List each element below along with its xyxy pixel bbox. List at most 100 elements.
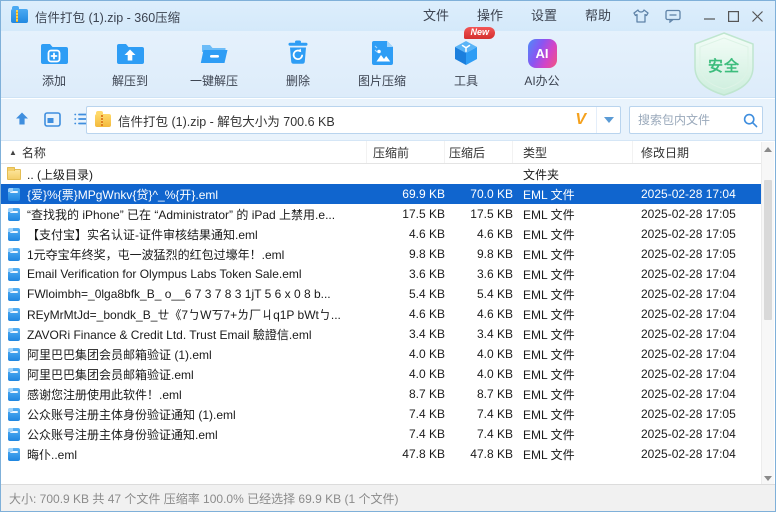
minimize-button[interactable]: [697, 5, 721, 27]
size-before-cell: 17.5 KB: [367, 207, 445, 221]
table-row[interactable]: {爱}%{票}MPgWnkv{贷}^_%{开}.eml69.9 KB70.0 K…: [1, 184, 763, 204]
address-bar: 信件打包 (1).zip - 解包大小为 700.6 KB V: [1, 99, 775, 141]
size-before-cell: 3.4 KB: [367, 327, 445, 341]
extract-to-label: 解压到: [112, 72, 148, 89]
feedback-button[interactable]: [660, 5, 686, 27]
close-button[interactable]: [745, 5, 769, 27]
column-header-size-after[interactable]: 压缩后: [445, 141, 513, 163]
eml-file-icon: [8, 228, 20, 241]
size-after-cell: 4.0 KB: [445, 367, 513, 381]
size-after-cell: 9.8 KB: [445, 247, 513, 261]
table-row[interactable]: Email Verification for Olympus Labs Toke…: [1, 264, 763, 284]
table-row[interactable]: “查找我的 iPhone” 已在 “Administrator” 的 iPad …: [1, 204, 763, 224]
file-name-cell: 阿里巴巴集团会员邮箱验证.eml: [27, 366, 367, 383]
column-header-size-before[interactable]: 压缩前: [367, 141, 445, 163]
archive-path-combobox[interactable]: 信件打包 (1).zip - 解包大小为 700.6 KB V: [86, 106, 621, 134]
security-badge-label: 安全: [689, 55, 759, 76]
modified-date-cell: 2025-02-28 17:04: [633, 187, 763, 201]
table-row[interactable]: REyMrMtJd=_bondk_B_ㄝ《7ㄅWㄎ7+ㄌ厂ㄐq1P bWtㄅ..…: [1, 304, 763, 324]
new-badge: New: [464, 27, 495, 39]
table-row[interactable]: 公众账号注册主体身份验证通知 (1).eml7.4 KB7.4 KBEML 文件…: [1, 404, 763, 424]
folder-icon: [7, 169, 21, 180]
table-row[interactable]: ZAVORi Finance & Credit Ltd. Trust Email…: [1, 324, 763, 344]
shirt-icon: [633, 9, 649, 23]
size-before-cell: 3.6 KB: [367, 267, 445, 281]
up-level-button[interactable]: [11, 108, 33, 130]
list-header: ▲ 名称 压缩前 压缩后 类型 修改日期: [1, 141, 763, 164]
eml-file-icon: [8, 448, 20, 461]
file-type-cell: EML 文件: [513, 366, 633, 383]
scroll-thumb[interactable]: [764, 180, 772, 320]
eml-file-icon: [8, 388, 20, 401]
menu-settings[interactable]: 设置: [517, 1, 571, 31]
modified-date-cell: 2025-02-28 17:04: [633, 367, 763, 381]
file-type-cell: EML 文件: [513, 306, 633, 323]
tools-button[interactable]: New 工具: [435, 31, 497, 93]
vip-v-icon[interactable]: V: [575, 111, 586, 129]
delete-button[interactable]: 删除: [267, 31, 329, 93]
table-row[interactable]: 晦仆..eml47.8 KB47.8 KBEML 文件2025-02-28 17…: [1, 444, 763, 464]
modified-date-cell: 2025-02-28 17:04: [633, 287, 763, 301]
tools-label: 工具: [454, 72, 478, 89]
file-name-cell: 公众账号注册主体身份验证通知.eml: [27, 426, 367, 443]
eml-file-icon: [8, 428, 20, 441]
table-row[interactable]: FWloimbh=_0lga8bfk_B_ o__6 7 3 7 8 3 1jT…: [1, 284, 763, 304]
file-type-cell: EML 文件: [513, 186, 633, 203]
status-text: 大小: 700.9 KB 共 47 个文件 压缩率 100.0% 已经选择 69…: [1, 490, 398, 507]
file-type-cell: EML 文件: [513, 226, 633, 243]
size-before-cell: 4.0 KB: [367, 367, 445, 381]
modified-date-cell: 2025-02-28 17:04: [633, 447, 763, 461]
scroll-up-button[interactable]: [762, 142, 774, 157]
add-folder-icon: [38, 37, 70, 69]
table-row[interactable]: 1元夺宝年终奖，屯一波猛烈的红包过壕年！.eml9.8 KB9.8 KBEML …: [1, 244, 763, 264]
maximize-button[interactable]: [721, 5, 745, 27]
table-row[interactable]: 阿里巴巴集团会员邮箱验证 (1).eml4.0 KB4.0 KBEML 文件20…: [1, 344, 763, 364]
add-button[interactable]: 添加: [23, 31, 85, 93]
file-type-cell: EML 文件: [513, 446, 633, 463]
modified-date-cell: 2025-02-28 17:05: [633, 207, 763, 221]
one-click-extract-label: 一键解压: [190, 72, 238, 89]
file-type-cell: EML 文件: [513, 346, 633, 363]
file-name-cell: 感谢您注册使用此软件！.eml: [27, 386, 367, 403]
security-badge[interactable]: 安全: [689, 31, 759, 97]
ai-office-button[interactable]: AI AI办公: [511, 31, 573, 93]
delete-icon: [282, 37, 314, 69]
thumbnail-view-icon: [44, 112, 61, 127]
thumbnail-view-button[interactable]: [41, 108, 63, 130]
table-row[interactable]: .. (上级目录)文件夹: [1, 164, 763, 184]
eml-file-icon: [8, 248, 20, 261]
file-name-cell: 公众账号注册主体身份验证通知 (1).eml: [27, 406, 367, 423]
eml-file-icon: [8, 188, 20, 201]
menu-bar: 文件 操作 设置 帮助: [409, 1, 775, 31]
table-row[interactable]: 公众账号注册主体身份验证通知.eml7.4 KB7.4 KBEML 文件2025…: [1, 424, 763, 444]
scrollbar[interactable]: [761, 142, 774, 486]
file-type-cell: EML 文件: [513, 426, 633, 443]
search-box: [629, 106, 763, 134]
column-header-name[interactable]: ▲ 名称: [1, 141, 367, 163]
menu-file[interactable]: 文件: [409, 1, 463, 31]
file-type-cell: EML 文件: [513, 326, 633, 343]
combobox-dropdown-button[interactable]: [596, 107, 620, 133]
search-input[interactable]: [630, 113, 738, 127]
table-row[interactable]: 阿里巴巴集团会员邮箱验证.eml4.0 KB4.0 KBEML 文件2025-0…: [1, 364, 763, 384]
table-row[interactable]: 【支付宝】实名认证-证件审核结果通知.eml4.6 KB4.6 KBEML 文件…: [1, 224, 763, 244]
eml-file-icon: [8, 288, 20, 301]
column-header-date[interactable]: 修改日期: [633, 141, 763, 163]
skin-button[interactable]: [628, 5, 654, 27]
size-after-cell: 3.6 KB: [445, 267, 513, 281]
column-header-type[interactable]: 类型: [513, 141, 633, 163]
image-compress-button[interactable]: 图片压缩: [343, 31, 421, 93]
window-title: 信件打包 (1).zip - 360压缩: [35, 7, 180, 26]
file-name-cell: 1元夺宝年终奖，屯一波猛烈的红包过壕年！.eml: [27, 246, 367, 263]
menu-help[interactable]: 帮助: [571, 1, 625, 31]
up-arrow-icon: [14, 111, 30, 127]
one-click-extract-button[interactable]: 一键解压: [175, 31, 253, 93]
app-icon: [11, 9, 28, 23]
eml-file-icon: [8, 208, 20, 221]
modified-date-cell: 2025-02-28 17:04: [633, 327, 763, 341]
search-button[interactable]: [738, 113, 762, 128]
size-before-cell: 7.4 KB: [367, 427, 445, 441]
extract-to-button[interactable]: 解压到: [99, 31, 161, 93]
table-row[interactable]: 感谢您注册使用此软件！.eml8.7 KB8.7 KBEML 文件2025-02…: [1, 384, 763, 404]
modified-date-cell: 2025-02-28 17:04: [633, 307, 763, 321]
